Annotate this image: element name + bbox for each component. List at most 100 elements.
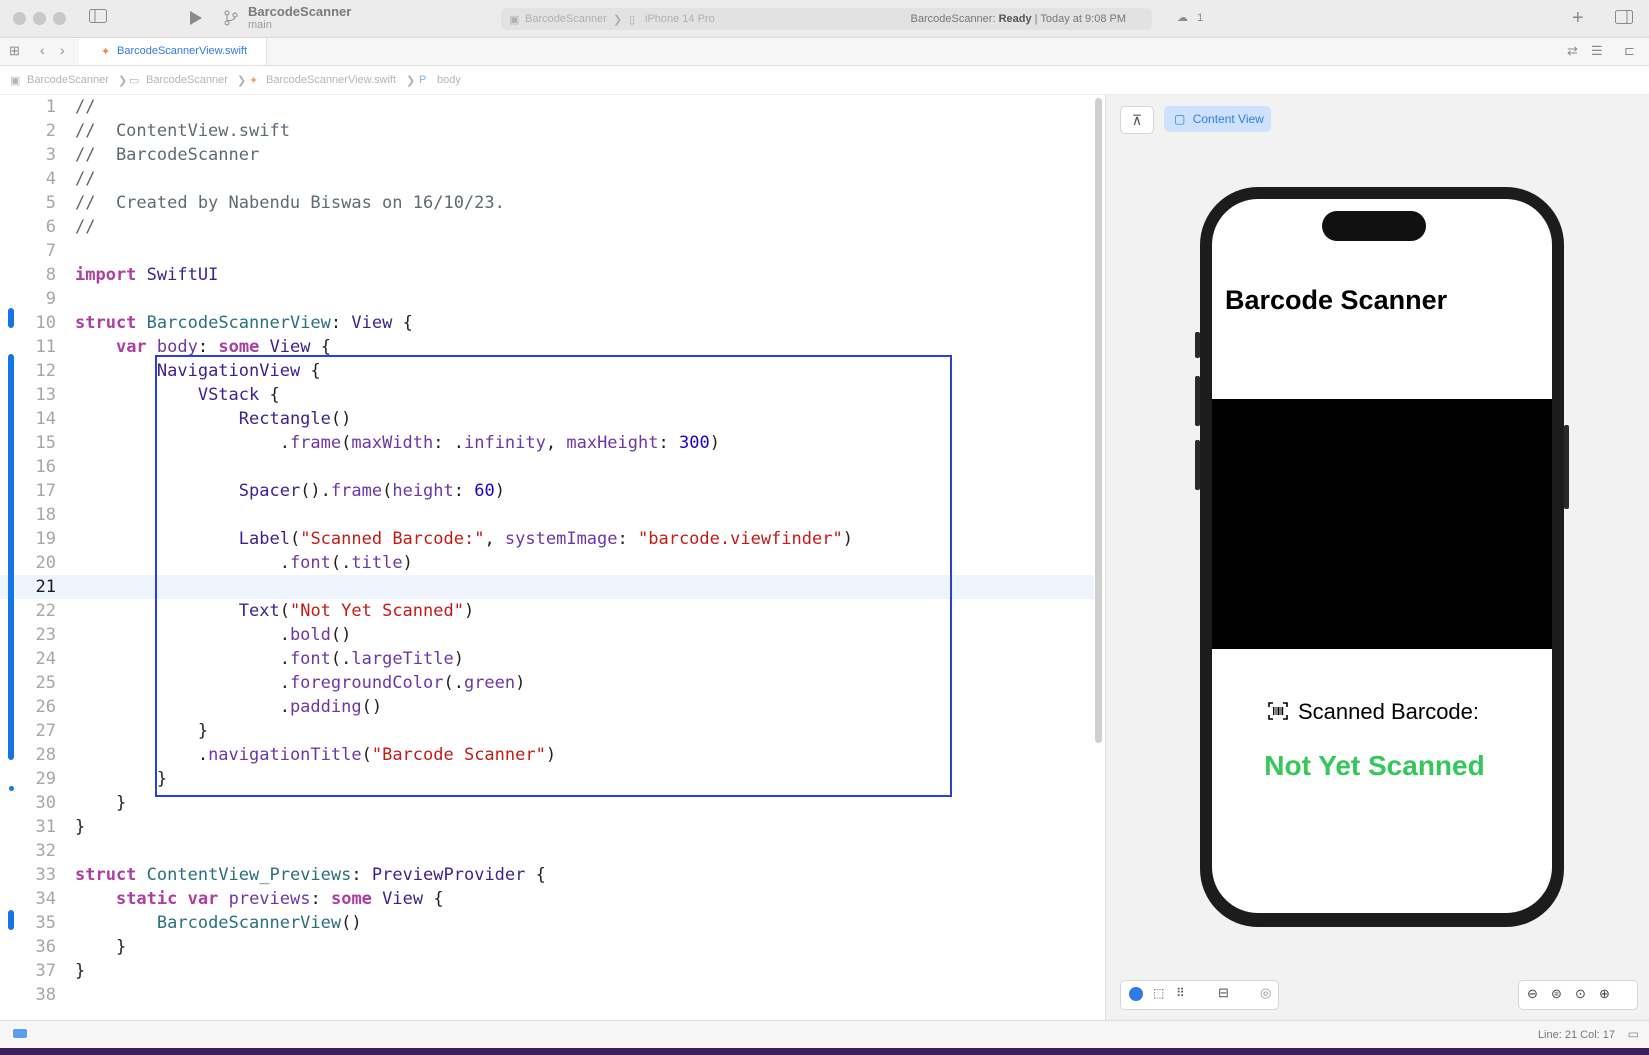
line-number: 4 <box>45 169 56 189</box>
code-text[interactable]: } <box>75 959 85 983</box>
title-bar: BarcodeScanner main ▣ BarcodeScanner ❯ ▯… <box>0 0 1649 38</box>
editor-options-icon[interactable]: ☰ <box>1591 43 1603 59</box>
code-text[interactable]: } <box>75 791 126 815</box>
code-line[interactable]: 4 // <box>0 167 1094 191</box>
code-text[interactable]: struct ContentView_Previews: PreviewProv… <box>75 863 546 887</box>
issues-indicator[interactable]: ☁ 1 <box>1177 11 1203 24</box>
device-settings-icon[interactable]: ⊟ <box>1218 985 1229 1001</box>
grid-icon[interactable]: ⊞ <box>9 43 20 59</box>
tab-label: BarcodeScannerView.swift <box>117 45 248 57</box>
breadcrumb-symbol[interactable]: body <box>437 74 461 86</box>
code-line[interactable]: 36 } <box>0 935 1094 959</box>
code-line[interactable]: 8 import SwiftUI <box>0 263 1094 287</box>
change-bar[interactable] <box>8 910 14 930</box>
code-line[interactable]: 35 BarcodeScannerView() <box>0 911 1094 935</box>
sidebar-toggle-icon[interactable] <box>89 9 107 27</box>
swift-file-icon: ✦ <box>101 46 111 58</box>
code-line[interactable]: 37} <box>0 959 1094 983</box>
code-text[interactable]: // BarcodeScanner <box>75 143 259 167</box>
preview-icon: ▢ <box>1174 112 1186 126</box>
inspector-toggle-icon[interactable] <box>1615 10 1633 28</box>
side-button <box>1564 425 1569 509</box>
related-items-icon[interactable]: ⇄ <box>1567 43 1578 59</box>
line-number: 9 <box>45 289 56 309</box>
panel-toggle-icon[interactable]: ▭ <box>1628 1027 1639 1041</box>
line-number: 32 <box>35 841 56 861</box>
iphone-screen: Barcode Scanner Scanned Barcode: Not Yet… <box>1212 199 1552 913</box>
close-window-button[interactable] <box>13 12 26 25</box>
forward-icon[interactable]: › <box>60 42 65 58</box>
live-preview-icon[interactable] <box>1129 987 1143 1001</box>
selectable-mode-icon[interactable]: ⬚ <box>1153 986 1164 1000</box>
scan-status-text: Not Yet Scanned <box>1264 750 1485 781</box>
zoom-window-button[interactable] <box>53 12 66 25</box>
minimize-window-button[interactable] <box>33 12 46 25</box>
code-text[interactable]: BarcodeScannerView() <box>75 911 362 935</box>
code-text[interactable]: // <box>75 215 95 239</box>
change-bar[interactable] <box>8 308 14 328</box>
code-line[interactable]: 2 // ContentView.swift <box>0 119 1094 143</box>
run-device-label[interactable]: iPhone 14 Pro <box>645 13 715 25</box>
split-editor-icon[interactable]: ⊏ <box>1624 43 1635 59</box>
pin-button[interactable]: ⊼ <box>1120 106 1154 134</box>
code-line[interactable]: 9 <box>0 287 1094 311</box>
debug-area-toggle-icon[interactable] <box>13 1029 27 1038</box>
code-text[interactable]: } <box>75 767 167 791</box>
code-line[interactable]: 34 static var previews: some View { <box>0 887 1094 911</box>
line-number: 30 <box>35 793 56 813</box>
code-text[interactable]: static var previews: some View { <box>75 887 444 911</box>
cursor-position: Line: 21 Col: 17 <box>1537 1029 1615 1041</box>
xcode-window: BarcodeScanner main ▣ BarcodeScanner ❯ ▯… <box>0 0 1649 1048</box>
code-text[interactable]: import SwiftUI <box>75 263 218 287</box>
branch-icon <box>224 10 238 30</box>
property-icon: P <box>419 74 427 86</box>
code-text[interactable]: struct BarcodeScannerView: View { <box>75 311 413 335</box>
code-text[interactable]: // Created by Nabendu Biswas on 16/10/23… <box>75 191 505 215</box>
code-line[interactable]: 32 <box>0 839 1094 863</box>
zoom-fit-icon[interactable]: ⊙ <box>1575 986 1586 1002</box>
code-line[interactable]: 33 struct ContentView_Previews: PreviewPr… <box>0 863 1094 887</box>
breadcrumb-file[interactable]: BarcodeScannerView.swift <box>266 74 396 86</box>
editor-scrollbar[interactable] <box>1095 98 1102 743</box>
zoom-actual-icon[interactable]: ⊜ <box>1551 986 1562 1002</box>
breadcrumb-folder[interactable]: BarcodeScanner <box>146 74 228 86</box>
code-line[interactable]: 10 struct BarcodeScannerView: View { <box>0 311 1094 335</box>
run-destination-bar[interactable]: ▣ BarcodeScanner ❯ ▯ iPhone 14 Pro Barco… <box>501 8 1152 30</box>
tab-barcodescannerview[interactable]: ✦ BarcodeScannerView.swift <box>79 38 267 65</box>
run-scheme-label[interactable]: BarcodeScanner <box>525 13 607 25</box>
add-icon[interactable]: + <box>1572 7 1584 30</box>
barcode-viewfinder-icon <box>1268 702 1288 720</box>
chevron-right-icon: ❯ <box>613 14 623 26</box>
code-line[interactable]: 6 // <box>0 215 1094 239</box>
line-number: 1 <box>45 97 56 117</box>
zoom-in-icon[interactable]: ⊕ <box>1599 986 1610 1002</box>
status-bar: Line: 21 Col: 17 ▭ <box>0 1020 1649 1048</box>
code-line[interactable]: 1 // <box>0 95 1094 119</box>
code-line[interactable]: 38 <box>0 983 1094 1007</box>
breadcrumb-project[interactable]: BarcodeScanner <box>27 74 109 86</box>
code-line[interactable]: 7 <box>0 239 1094 263</box>
navigation-title: Barcode Scanner <box>1225 285 1448 315</box>
variants-icon[interactable]: ⠿ <box>1176 986 1185 1000</box>
code-line[interactable]: 5 // Created by Nabendu Biswas on 16/10/2… <box>0 191 1094 215</box>
zoom-controls: ⊖ ⊜ ⊙ ⊕ <box>1518 980 1638 1010</box>
back-icon[interactable]: ‹ <box>40 42 45 58</box>
code-text[interactable]: // ContentView.swift <box>75 119 290 143</box>
code-text[interactable]: } <box>75 935 126 959</box>
run-button-icon[interactable] <box>189 10 203 30</box>
status-time: | Today at 9:08 PM <box>1034 13 1126 25</box>
orientation-icon[interactable]: ◎ <box>1260 985 1271 1001</box>
code-text[interactable]: // <box>75 167 95 191</box>
content-view-preview-button[interactable]: ▢ Content View <box>1164 106 1271 132</box>
change-bar[interactable] <box>8 354 14 760</box>
code-line[interactable]: 3 // BarcodeScanner <box>0 143 1094 167</box>
zoom-out-icon[interactable]: ⊖ <box>1527 986 1538 1002</box>
camera-rectangle <box>1212 399 1552 649</box>
line-number: 2 <box>45 121 56 141</box>
change-dot[interactable] <box>9 786 14 791</box>
code-text[interactable]: } <box>75 815 85 839</box>
code-text[interactable]: // <box>75 95 95 119</box>
chevron-right-icon: ❯ <box>237 75 247 87</box>
code-line[interactable]: 31} <box>0 815 1094 839</box>
scheme-name[interactable]: BarcodeScanner <box>248 4 351 19</box>
